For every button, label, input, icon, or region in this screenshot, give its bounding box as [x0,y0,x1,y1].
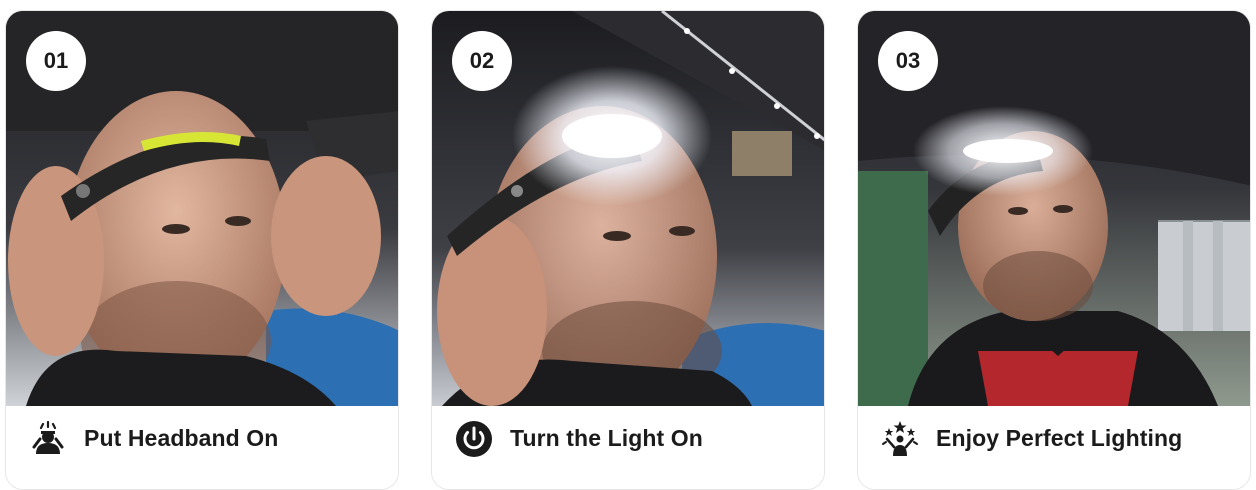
step-caption: Turn the Light On [432,406,824,489]
step-caption: Put Headband On [6,406,398,489]
step-title: Enjoy Perfect Lighting [936,425,1183,451]
step-number-badge: 02 [452,31,512,91]
step-card-1: 01 Put Headband On [5,10,399,490]
step-2-photo: 02 [432,11,824,406]
step-1-photo: 01 [6,11,398,406]
step-card-2: 02 Turn the Light On [431,10,825,490]
step-title: Put Headband On [84,425,279,451]
celebrate-icon [880,419,920,459]
step-number-badge: 03 [878,31,938,91]
step-card-3: 03 Enjoy Perfect Lighting [857,10,1251,490]
step-number-badge: 01 [26,31,86,91]
person-headband-icon [28,419,68,459]
step-title: Turn the Light On [510,425,703,451]
step-3-photo: 03 [858,11,1250,406]
step-caption: Enjoy Perfect Lighting [858,406,1250,489]
power-icon [454,419,494,459]
